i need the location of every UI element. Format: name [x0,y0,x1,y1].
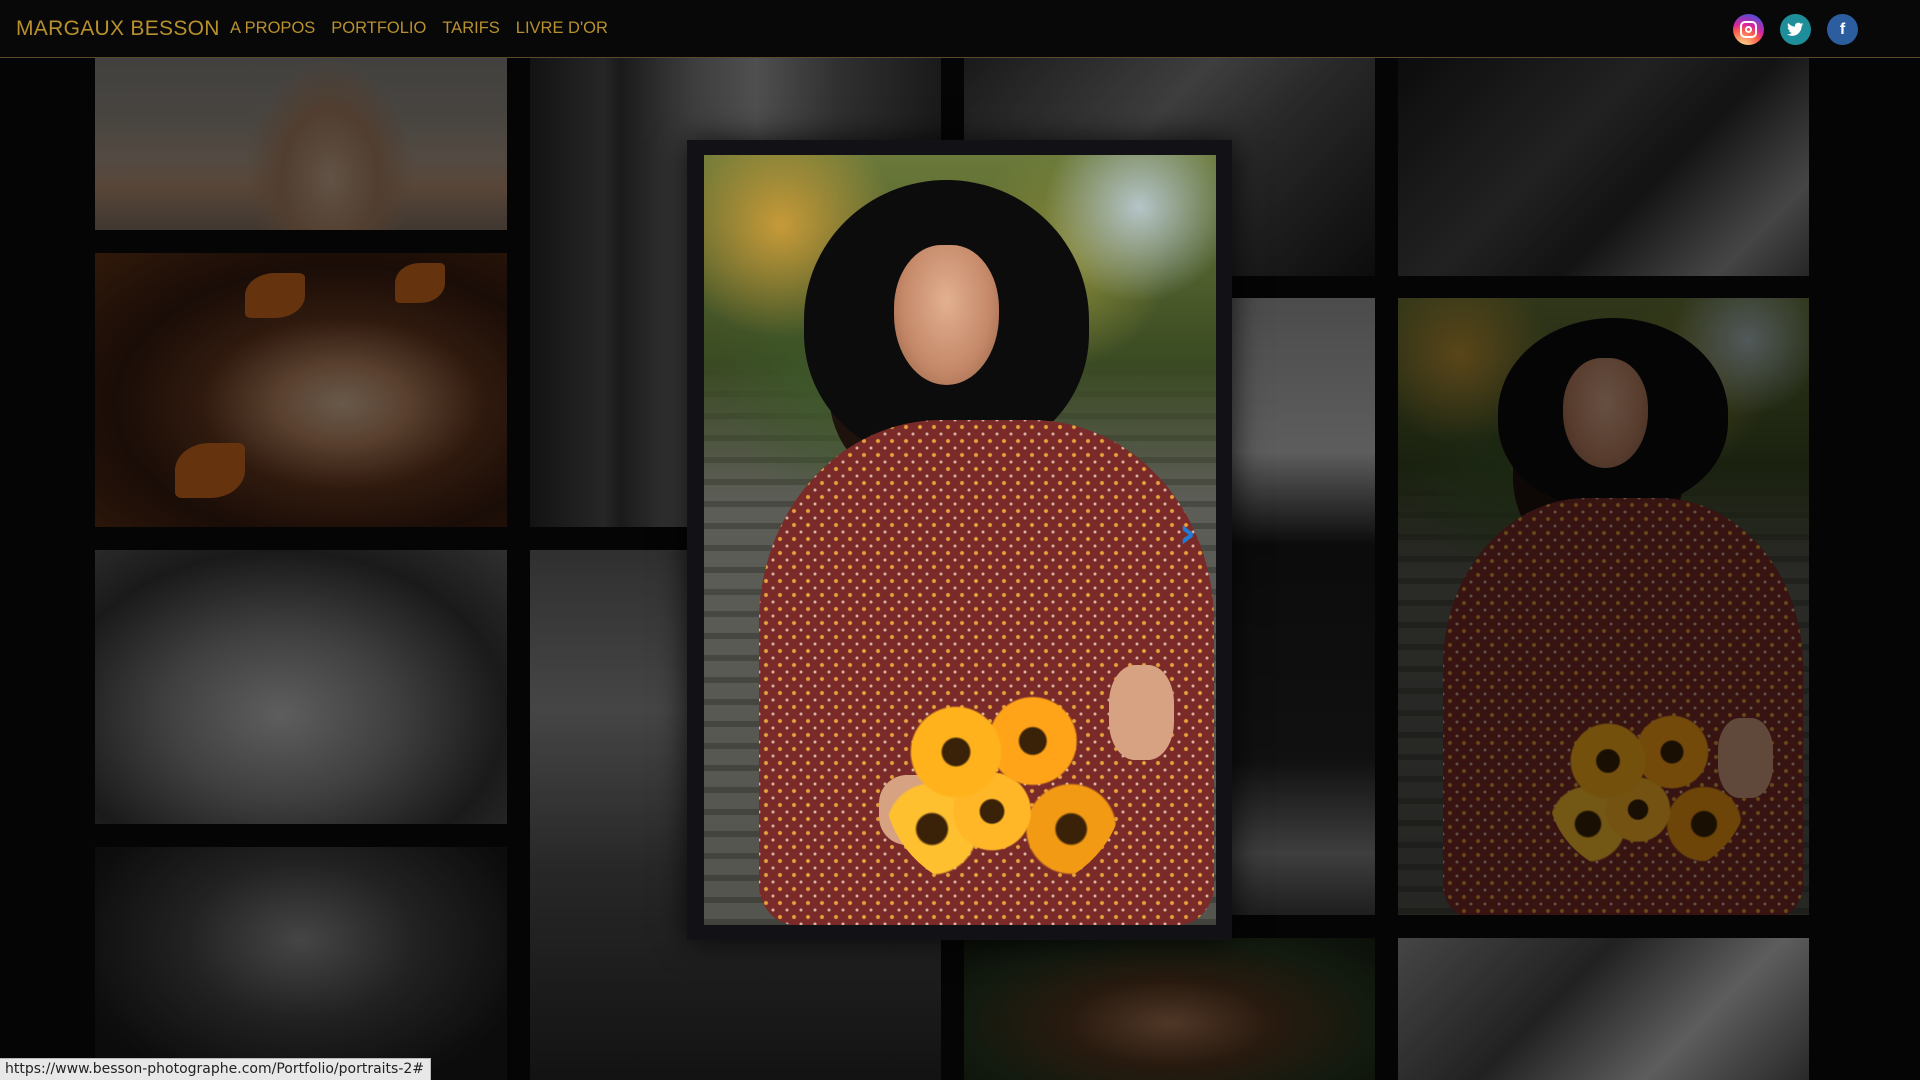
gallery-photo[interactable] [95,253,507,527]
twitter-icon[interactable] [1780,14,1811,45]
nav-item-livre-dor[interactable]: LIVRE D'OR [516,19,608,38]
gallery-photo[interactable] [1398,938,1809,1080]
lightbox: › [687,140,1232,940]
gallery-photo[interactable] [95,550,507,824]
facebook-icon[interactable]: f [1827,14,1858,45]
gallery-photo[interactable] [95,847,507,1080]
chevron-right-icon[interactable]: › [1179,512,1196,554]
gallery-photo[interactable] [964,938,1375,1080]
instagram-icon[interactable] [1733,14,1764,45]
nav-item-portfolio[interactable]: PORTFOLIO [331,19,426,38]
lightbox-photo[interactable] [704,155,1216,925]
nav-item-tarifs[interactable]: TARIFS [442,19,499,38]
nav-item-a-propos[interactable]: A PROPOS [230,19,315,38]
site-header: MARGAUX BESSON A PROPOS PORTFOLIO TARIFS… [0,0,1920,58]
brand-logo-link[interactable]: MARGAUX BESSON [16,17,220,41]
status-bar-url: https://www.besson-photographe.com/Portf… [0,1058,432,1080]
gallery-photo[interactable] [95,58,507,230]
social-links: f [1733,14,1858,45]
gallery-photo[interactable] [1398,298,1809,915]
gallery-photo[interactable] [1398,58,1809,276]
main-nav: A PROPOS PORTFOLIO TARIFS LIVRE D'OR [230,19,608,38]
